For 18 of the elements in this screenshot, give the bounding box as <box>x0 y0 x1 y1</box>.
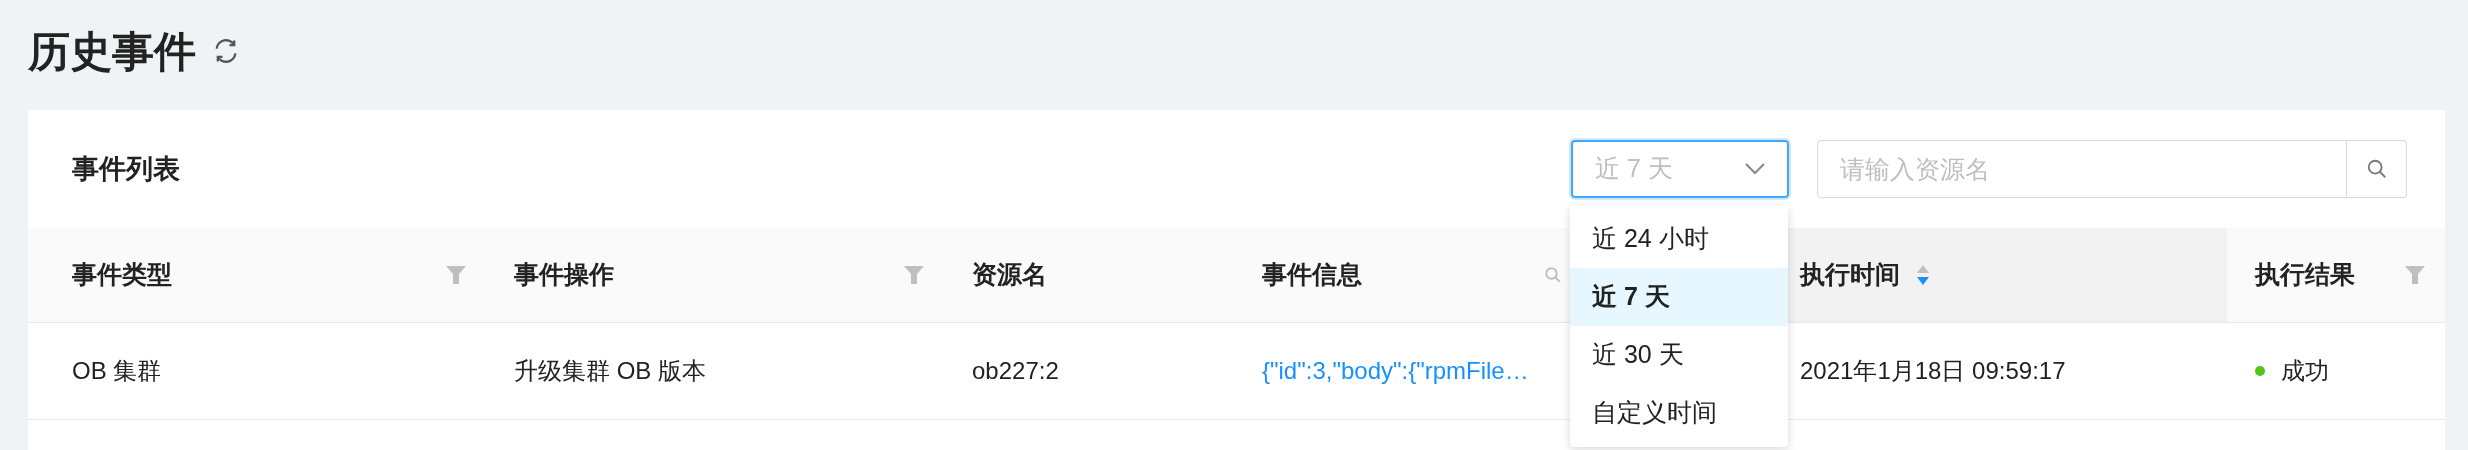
column-header: 资源名 <box>972 259 1047 291</box>
column-header: 执行时间 <box>1800 259 1900 291</box>
search-field[interactable]: 请输入资源名 <box>1817 140 2347 198</box>
table-cell-text: 升级集群 OB 版本 <box>514 356 706 386</box>
column-header: 事件操作 <box>514 259 614 291</box>
status-text: 成功 <box>2281 356 2329 386</box>
dropdown-option[interactable]: 近 7 天 <box>1570 268 1788 326</box>
dropdown-option[interactable]: 自定义时间 <box>1570 384 1788 442</box>
dropdown-option[interactable]: 近 24 小时 <box>1570 210 1788 268</box>
page-title: 历史事件 <box>28 26 196 77</box>
column-header: 执行结果 <box>2255 259 2355 291</box>
table-cell-text: OB 集群 <box>72 356 162 386</box>
table-cell-text: ob227:2 <box>972 356 1059 386</box>
table-cell-text: 2021年1月18日 09:59:17 <box>1800 356 2066 386</box>
card-title: 事件列表 <box>72 152 180 186</box>
column-header: 事件类型 <box>72 259 172 291</box>
column-header: 事件信息 <box>1262 259 1362 291</box>
dropdown-option[interactable]: 近 30 天 <box>1570 326 1788 384</box>
